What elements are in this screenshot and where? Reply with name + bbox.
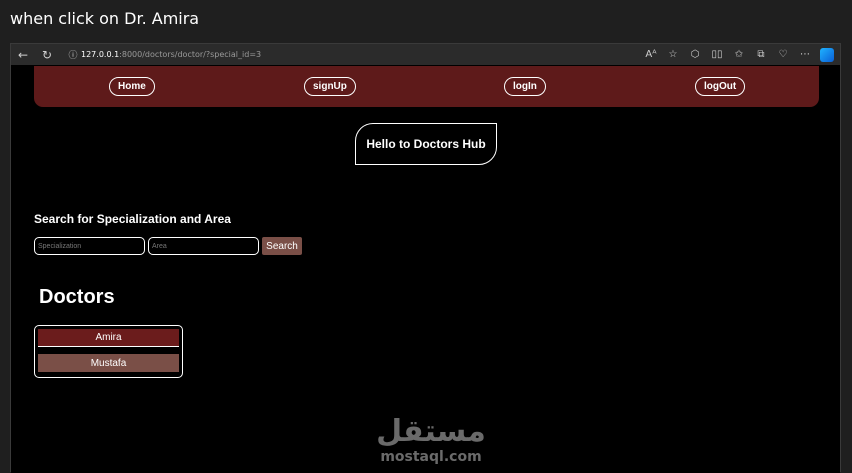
caption-text: when click on Dr. Amira: [10, 9, 200, 28]
address-bar[interactable]: ⓘ 127.0.0.1:8000/doctors/doctor/?special…: [65, 47, 261, 62]
read-aloud-icon[interactable]: Aᴬ: [640, 49, 662, 60]
specialization-input[interactable]: Specialization: [34, 237, 145, 255]
split-screen-icon[interactable]: ▯▯: [706, 49, 728, 60]
web-page: Home signUp logIn logOut Hello to Doctor…: [11, 65, 840, 473]
navbar: Home signUp logIn logOut: [34, 66, 819, 107]
watermark-arabic: مستقل: [376, 414, 486, 449]
signup-button[interactable]: signUp: [304, 77, 356, 96]
hero-banner: Hello to Doctors Hub: [355, 123, 497, 165]
watermark: مستقل mostaql.com: [371, 414, 491, 466]
login-button[interactable]: logIn: [504, 77, 546, 96]
more-menu-icon[interactable]: ⋯: [794, 49, 816, 60]
url-path: :8000/doctors/doctor/?special_id=3: [119, 50, 262, 59]
area-input[interactable]: Area: [148, 237, 259, 255]
browser-essentials-icon[interactable]: ♡: [772, 49, 794, 60]
info-icon[interactable]: ⓘ: [65, 48, 81, 61]
favorite-star-icon[interactable]: ☆: [662, 49, 684, 60]
back-arrow-icon[interactable]: ←: [11, 48, 35, 62]
collections-icon[interactable]: ⧉: [750, 49, 772, 60]
browser-window: ← ↻ ⓘ 127.0.0.1:8000/doctors/doctor/?spe…: [10, 43, 841, 473]
copilot-icon[interactable]: [820, 47, 834, 62]
search-heading: Search for Specialization and Area: [34, 212, 231, 226]
reload-icon[interactable]: ↻: [35, 48, 59, 62]
browser-toolbar: ← ↻ ⓘ 127.0.0.1:8000/doctors/doctor/?spe…: [11, 44, 840, 65]
toolbar-actions: Aᴬ ☆ ⬡ ▯▯ ✩ ⧉ ♡ ⋯: [640, 47, 840, 62]
home-button[interactable]: Home: [109, 77, 155, 96]
extension-icon[interactable]: ⬡: [684, 49, 706, 60]
favorites-icon[interactable]: ✩: [728, 49, 750, 60]
logout-button[interactable]: logOut: [695, 77, 746, 96]
doctor-item-mustafa[interactable]: Mustafa: [38, 354, 179, 372]
search-button[interactable]: Search: [262, 237, 302, 255]
url-host: 127.0.0.1: [81, 50, 120, 59]
doctor-item-amira[interactable]: Amira: [38, 329, 179, 347]
doctors-heading: Doctors: [39, 286, 115, 308]
watermark-latin: mostaql.com: [380, 449, 482, 465]
doctor-list: Amira Mustafa: [34, 325, 183, 378]
